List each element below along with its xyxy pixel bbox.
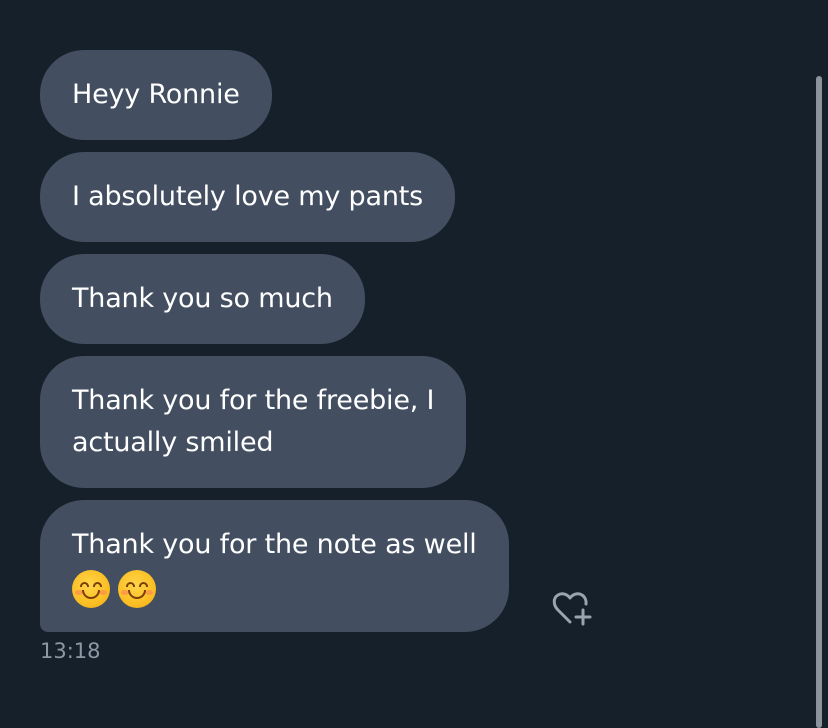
message-text: Thank you for the note as well [72, 529, 477, 560]
emoji-row [72, 566, 477, 608]
message-timestamp: 13:18 [40, 639, 101, 663]
message-bubble[interactable]: I absolutely love my pants [40, 152, 455, 242]
message-bubble[interactable]: Thank you for the freebie, I actually sm… [40, 356, 467, 488]
heart-plus-icon[interactable] [550, 588, 596, 628]
smiling-face-icon [72, 569, 110, 608]
message-text: I absolutely love my pants [72, 181, 423, 212]
message-bubble[interactable]: Heyy Ronnie [40, 50, 272, 140]
message-text-line: Thank you for the freebie, I [72, 385, 435, 416]
message-text-line: actually smiled [72, 427, 274, 458]
smiling-face-icon [118, 569, 156, 608]
message-text: Thank you so much [72, 283, 333, 314]
message-text: Heyy Ronnie [72, 79, 240, 110]
message-bubble[interactable]: Thank you for the note as well [40, 500, 509, 632]
scrollbar[interactable] [816, 76, 822, 728]
message-bubble[interactable]: Thank you so much [40, 254, 365, 344]
